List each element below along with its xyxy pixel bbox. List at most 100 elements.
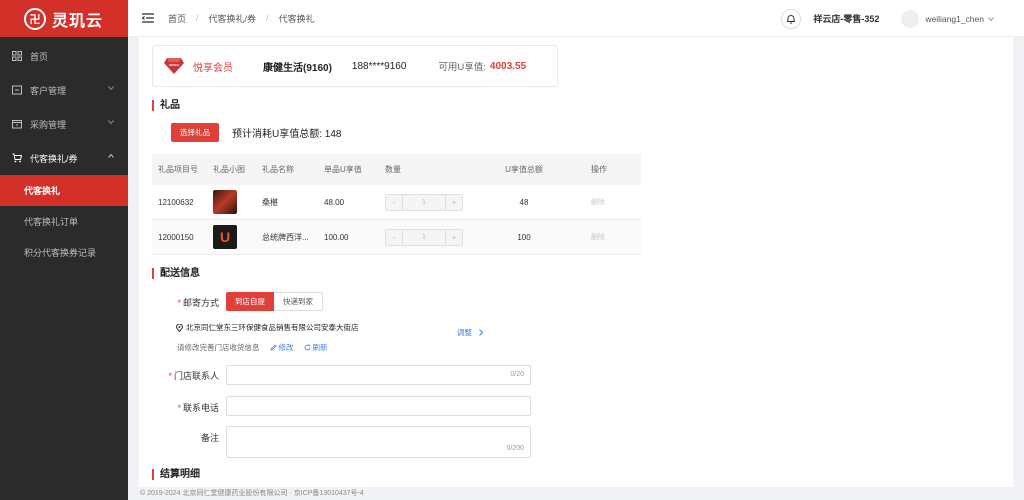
refresh-link[interactable]: 刷新 — [304, 342, 328, 353]
refresh-icon — [304, 344, 310, 351]
sidebar-item-customers[interactable]: 客户管理 — [0, 73, 128, 107]
plus-button[interactable]: + — [445, 194, 462, 210]
sidebar: 卍 灵玑云 首页 客户管理 采购管理 代客换礼/券 代客换礼 代客换礼订单 积分… — [0, 0, 128, 500]
chevron-up-icon — [108, 153, 114, 158]
logo-text: 灵玑云 — [52, 12, 104, 30]
quantity-value[interactable]: 1 — [403, 195, 445, 210]
breadcrumb-separator: / — [266, 13, 269, 23]
table-row: 12000150 U 总统牌西洋... 100.00 - 1 + 100 删除 — [152, 220, 641, 255]
store-contact-label: * 门店联系人 — [168, 371, 219, 381]
section-title-settlement: 结算明细 — [152, 469, 200, 480]
plus-button[interactable]: + — [445, 229, 462, 245]
chevron-down-icon — [108, 120, 114, 125]
breadcrumb-separator: / — [196, 13, 199, 23]
top-header: 首页 / 代客换礼/券 / 代客换礼 祥云店-零售-352 weiliang1_… — [128, 0, 1024, 37]
column-header: 操作 — [591, 165, 607, 174]
mail-method-label: * 邮寄方式 — [177, 298, 219, 308]
grid-icon — [12, 51, 22, 61]
member-company: 康健生活(9160) — [263, 62, 332, 74]
gift-unit-points: 100.00 — [324, 232, 349, 242]
logo-icon: 卍 — [24, 7, 46, 30]
gift-thumbnail — [213, 190, 237, 214]
delete-link[interactable]: 删除 — [591, 234, 605, 241]
quantity-stepper[interactable]: - 1 + — [385, 193, 463, 211]
gift-total-points: 100 — [517, 232, 531, 242]
sidebar-subitem-gift-orders[interactable]: 代客换礼订单 — [0, 206, 128, 237]
gift-name: 桑椹 — [262, 197, 278, 207]
char-counter: 0/20 — [510, 371, 524, 378]
section-title-delivery: 配送信息 — [152, 268, 200, 279]
column-header: U享值总额 — [505, 165, 543, 174]
quantity-cell: - 1 + — [385, 193, 489, 211]
quantity-cell: - 1 + — [385, 228, 489, 246]
edit-icon — [269, 344, 277, 351]
delete-link[interactable]: 删除 — [591, 199, 605, 206]
sidebar-item-purchasing[interactable]: 采购管理 — [0, 107, 128, 141]
minus-button[interactable]: - — [386, 229, 403, 245]
required-mark: * — [177, 298, 181, 308]
store-name[interactable]: 祥云店-零售-352 — [813, 12, 879, 25]
gift-id: 12100632 — [158, 197, 194, 207]
pickup-in-store-option[interactable]: 到店自提 — [226, 292, 274, 311]
sidebar-subitem-gift-exchange[interactable]: 代客换礼 — [0, 175, 128, 206]
gift-name: 总统牌西洋... — [262, 232, 309, 242]
location-icon — [176, 323, 183, 332]
gift-thumbnail: U — [213, 225, 237, 249]
column-header: 礼品名称 — [262, 165, 294, 174]
column-header: 礼品小图 — [213, 165, 245, 174]
main-content: 悦享会员 康健生活(9160) 188****9160 可用U享值: 4003.… — [139, 37, 1013, 487]
member-card: 悦享会员 康健生活(9160) 188****9160 可用U享值: 4003.… — [152, 45, 558, 87]
breadcrumb-item-home[interactable]: 首页 — [168, 12, 186, 25]
phone-label: * 联系电话 — [177, 403, 219, 413]
quantity-stepper[interactable]: - 1 + — [385, 228, 463, 246]
gift-thumbnail-cell: U — [213, 225, 262, 249]
required-mark: * — [168, 371, 172, 381]
header-right: 祥云店-零售-352 weiliang1_chen — [781, 0, 994, 37]
select-gift-button[interactable]: 选择礼品 — [171, 123, 219, 142]
user-name[interactable]: weiliang1_chen — [925, 14, 984, 24]
bell-icon[interactable] — [781, 8, 802, 29]
store-contact-input[interactable]: 0/20 — [226, 365, 531, 385]
remark-textarea[interactable]: 0/200 — [226, 426, 531, 458]
menu-fold-icon[interactable] — [142, 13, 154, 23]
edit-link[interactable]: 修改 — [269, 342, 294, 353]
quantity-value[interactable]: 1 — [403, 230, 445, 245]
sidebar-item-label: 客户管理 — [30, 85, 67, 96]
section-title-gifts: 礼品 — [152, 100, 180, 111]
gift-total-points: 48 — [519, 197, 529, 207]
purchase-icon — [12, 119, 22, 129]
table-row: 12100632 桑椹 48.00 - 1 + 48 删除 — [152, 185, 641, 220]
sidebar-item-gift-exchange[interactable]: 代客换礼/券 — [0, 141, 128, 175]
footer: © 2019-2024 北京同仁堂健康药业股份有限公司 · 京ICP备13010… — [128, 487, 1024, 500]
sidebar-item-label: 采购管理 — [30, 119, 67, 130]
breadcrumb-item-gift-exchange[interactable]: 代客换礼/券 — [209, 12, 257, 25]
adjust-address-link[interactable]: 调整 — [457, 327, 484, 338]
breadcrumb: 首页 / 代客换礼/券 / 代客换礼 — [168, 12, 315, 25]
column-header: 单品U享值 — [324, 165, 362, 174]
points-value: 4003.55 — [489, 60, 527, 72]
column-header: 礼品项目号 — [158, 165, 198, 174]
table-header: 礼品项目号 礼品小图 礼品名称 单品U享值 数量 U享值总额 操作 — [152, 154, 641, 185]
logo-bar[interactable]: 卍 灵玑云 — [0, 0, 128, 37]
points-label: 可用U享值: — [438, 62, 486, 73]
cart-icon — [12, 153, 22, 163]
char-counter: 0/200 — [506, 445, 524, 452]
customer-icon — [12, 85, 22, 95]
sidebar-item-label: 代客换礼/券 — [30, 153, 78, 164]
gift-table: 礼品项目号 礼品小图 礼品名称 单品U享值 数量 U享值总额 操作 121006… — [152, 154, 641, 255]
phone-input[interactable] — [226, 396, 531, 416]
store-info-hint: 请修改完善门店收货信息 修改 刷新 — [177, 342, 328, 353]
minus-button[interactable]: - — [386, 194, 403, 210]
express-delivery-option[interactable]: 快递到家 — [274, 292, 323, 311]
required-mark: * — [177, 403, 181, 413]
diamond-icon — [164, 58, 184, 74]
chevron-down-icon[interactable] — [988, 16, 994, 22]
chevron-down-icon — [108, 86, 114, 91]
remark-label: 备注 — [200, 433, 219, 443]
column-header: 数量 — [385, 165, 401, 174]
sidebar-item-label: 首页 — [30, 51, 49, 62]
sidebar-item-home[interactable]: 首页 — [0, 39, 128, 73]
sidebar-menu: 首页 客户管理 采购管理 代客换礼/券 代客换礼 代客换礼订单 积分代客换券记录 — [0, 39, 128, 268]
sidebar-subitem-coupon-records[interactable]: 积分代客换券记录 — [0, 237, 128, 268]
avatar[interactable] — [901, 9, 920, 28]
